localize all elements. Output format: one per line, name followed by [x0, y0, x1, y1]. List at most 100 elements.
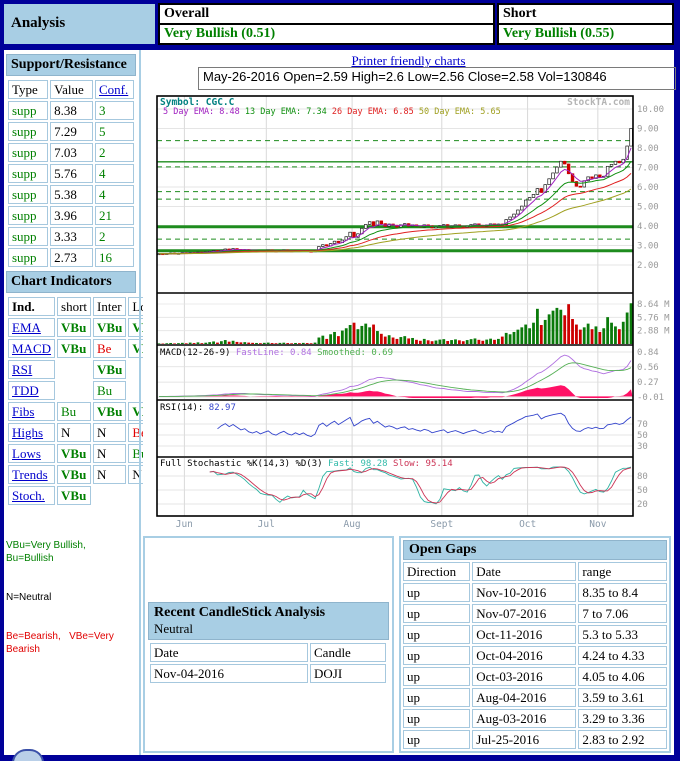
indicator-rating: N — [93, 465, 126, 484]
gap-row: upJul-25-20162.83 to 2.92 — [403, 730, 667, 749]
sr-row: supp3.9621 — [8, 206, 134, 225]
indicator-rating: VBu — [93, 360, 126, 379]
col-direction: Direction — [403, 562, 470, 581]
svg-text:Jul: Jul — [258, 519, 275, 530]
svg-text:10.00: 10.00 — [637, 105, 664, 115]
short-rating-value: Very Bullish (0.55) — [499, 25, 672, 43]
col-inter: Inter — [93, 297, 126, 316]
overall-rating-value: Very Bullish (0.51) — [160, 25, 493, 43]
indicator-link-rsi[interactable]: RSI — [12, 362, 32, 377]
svg-text:50: 50 — [637, 431, 648, 441]
sr-type: supp — [8, 164, 48, 183]
sr-type: supp — [8, 143, 48, 162]
short-rating-box: Short Very Bullish (0.55) — [497, 3, 674, 45]
indicator-rating — [93, 486, 126, 505]
indicator-link-fibs[interactable]: Fibs — [12, 404, 34, 419]
indicator-link-trends[interactable]: Trends — [12, 467, 48, 482]
indicator-link-fibs[interactable]: Fibs — [8, 402, 55, 421]
indicator-link-highs[interactable]: Highs — [8, 423, 55, 442]
conf-link[interactable]: Conf. — [99, 82, 128, 97]
sr-row: supp8.383 — [8, 101, 134, 120]
sr-type: supp — [8, 206, 48, 225]
gap-row: upOct-03-20164.05 to 4.06 — [403, 667, 667, 686]
svg-text:8.00: 8.00 — [637, 144, 659, 154]
quote-info-box: May-26-2016 Open=2.59 High=2.6 Low=2.56 … — [198, 67, 676, 90]
indicator-rating: Bu — [57, 402, 91, 421]
overall-rating-box: Overall Very Bullish (0.51) — [158, 3, 495, 45]
indicator-link-tdd[interactable]: TDD — [8, 381, 55, 400]
gap-range: 4.24 to 4.33 — [578, 646, 667, 665]
sr-conf: 4 — [95, 185, 134, 204]
sr-conf: 16 — [95, 248, 134, 267]
content-area: Support/Resistance TypeValueConf.supp8.3… — [4, 50, 674, 755]
indicator-rating: VBu — [57, 486, 91, 505]
sr-value: 3.96 — [50, 206, 93, 225]
svg-text:5.00: 5.00 — [637, 203, 659, 213]
gap-direction: up — [403, 709, 470, 728]
svg-text:Aug: Aug — [343, 519, 360, 530]
indicator-rating: VBu — [57, 318, 91, 337]
indicator-link-macd[interactable]: MACD — [8, 339, 55, 358]
gap-direction: up — [403, 730, 470, 749]
indicator-rating: N — [57, 423, 91, 442]
conf-link[interactable]: Conf. — [95, 80, 134, 99]
svg-text:2.88 M: 2.88 M — [637, 327, 670, 337]
svg-text:0.84: 0.84 — [637, 348, 659, 358]
svg-text:Jun: Jun — [176, 519, 193, 530]
svg-text:Sept: Sept — [430, 519, 453, 530]
indicator-link-stoch[interactable]: Stoch. — [12, 488, 45, 503]
indicator-link-macd[interactable]: MACD — [12, 341, 51, 356]
gap-row: upAug-03-20163.29 to 3.36 — [403, 709, 667, 728]
col-range: range — [578, 562, 667, 581]
sr-conf: 2 — [95, 227, 134, 246]
indicator-rating: VBu — [57, 339, 91, 358]
gap-range: 5.3 to 5.33 — [578, 625, 667, 644]
indicator-rating: VBu — [57, 444, 91, 463]
indicator-rating: VBu — [93, 402, 126, 421]
indicator-link-tdd[interactable]: TDD — [12, 383, 39, 398]
legend-bearish: Be=Bearish, VBe=Very Bearish — [6, 630, 136, 656]
indicator-link-rsi[interactable]: RSI — [8, 360, 55, 379]
gap-date: Oct-11-2016 — [472, 625, 576, 644]
indicator-rating: VBu — [57, 465, 91, 484]
svg-text:50: 50 — [637, 486, 648, 496]
indicator-link-ema[interactable]: EMA — [12, 320, 41, 335]
gap-row: upAug-04-20163.59 to 3.61 — [403, 688, 667, 707]
gap-direction: up — [403, 667, 470, 686]
sr-value: 7.29 — [50, 122, 93, 141]
svg-text:9.00: 9.00 — [637, 125, 659, 135]
gap-range: 8.35 to 8.4 — [578, 583, 667, 602]
sr-type: supp — [8, 248, 48, 267]
indicator-link-lows[interactable]: Lows — [8, 444, 55, 463]
open-gaps-title: Open Gaps — [403, 540, 667, 560]
indicator-rating: N — [93, 444, 126, 463]
col-type: Type — [8, 80, 48, 99]
indicator-link-ema[interactable]: EMA — [8, 318, 55, 337]
short-label: Short — [499, 5, 672, 25]
svg-text:2.00: 2.00 — [637, 261, 659, 271]
gap-date: Jul-25-2016 — [472, 730, 576, 749]
svg-text:3.00: 3.00 — [637, 242, 659, 252]
gap-direction: up — [403, 604, 470, 623]
chart-indicators-table: Ind.shortInterLongEMAVBuVBuVBuMACDVBuBeV… — [6, 295, 166, 507]
svg-text:5.76 M: 5.76 M — [637, 313, 670, 323]
cs-candle: DOJI — [310, 664, 386, 683]
sr-row: supp2.7316 — [8, 248, 134, 267]
gap-row: upNov-07-20167 to 7.06 — [403, 604, 667, 623]
gap-date: Oct-03-2016 — [472, 667, 576, 686]
indicator-rating: Be — [93, 339, 126, 358]
gap-row: upOct-11-20165.3 to 5.33 — [403, 625, 667, 644]
printer-friendly-link[interactable]: Printer friendly charts — [351, 53, 465, 68]
chart-indicators-title: Chart Indicators — [6, 271, 136, 293]
sr-header-row: TypeValueConf. — [8, 80, 134, 99]
indicator-link-highs[interactable]: Highs — [12, 425, 43, 440]
support-resistance-table: TypeValueConf.supp8.383supp7.295supp7.03… — [6, 78, 136, 269]
gap-direction: up — [403, 583, 470, 602]
gap-date: Nov-10-2016 — [472, 583, 576, 602]
indicator-link-lows[interactable]: Lows — [12, 446, 41, 461]
indicator-link-stoch[interactable]: Stoch. — [8, 486, 55, 505]
svg-text:30: 30 — [637, 442, 648, 452]
open-gaps-table: DirectionDaterangeupNov-10-20168.35 to 8… — [401, 560, 669, 751]
sr-conf: 21 — [95, 206, 134, 225]
indicator-link-trends[interactable]: Trends — [8, 465, 55, 484]
